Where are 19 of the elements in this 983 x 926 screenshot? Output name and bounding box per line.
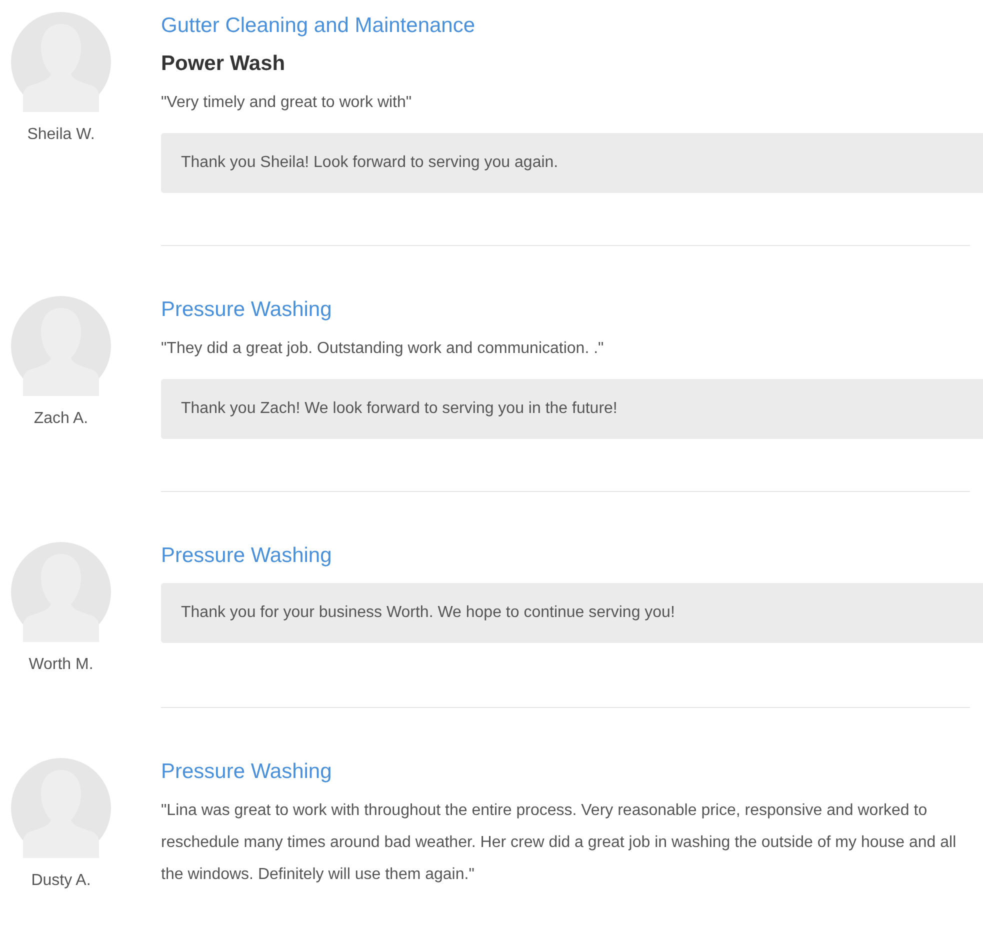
avatar-icon: [11, 542, 111, 642]
avatar-icon: [11, 296, 111, 396]
reviewer-name: Sheila W.: [26, 125, 96, 145]
service-subtitle: Power Wash: [161, 51, 286, 77]
service-link[interactable]: Gutter Cleaning and Maintenance: [161, 13, 476, 39]
review-text: "Lina was great to work with throughout the entire process. Very reasonable price, responsive and worked to reschedule many times around bad weather. Her crew did a great job in washing the outside of my house and all the windows. Definitely will use them again.": [161, 801, 958, 885]
reviewer-name: Dusty A.: [30, 871, 92, 891]
service-link[interactable]: Pressure Washing: [161, 543, 332, 569]
service-link[interactable]: Pressure Washing: [161, 759, 332, 785]
review-text: "They did a great job. Outstanding work and communication. .": [161, 339, 605, 359]
service-link[interactable]: Pressure Washing: [161, 297, 332, 323]
reply-text: Thank you for your business Worth. We hope to continue serving you!: [181, 603, 675, 623]
reviewer-name: Worth M.: [28, 655, 94, 675]
avatar-icon: [11, 758, 111, 858]
reply-text: Thank you Zach! We look forward to serving you in the future!: [181, 399, 618, 419]
reply-text: Thank you Sheila! Look forward to serving you again.: [181, 153, 558, 173]
review-text: "Very timely and great to work with": [161, 93, 413, 113]
avatar-icon: [11, 12, 111, 112]
reviewer-name: Zach A.: [32, 409, 90, 429]
